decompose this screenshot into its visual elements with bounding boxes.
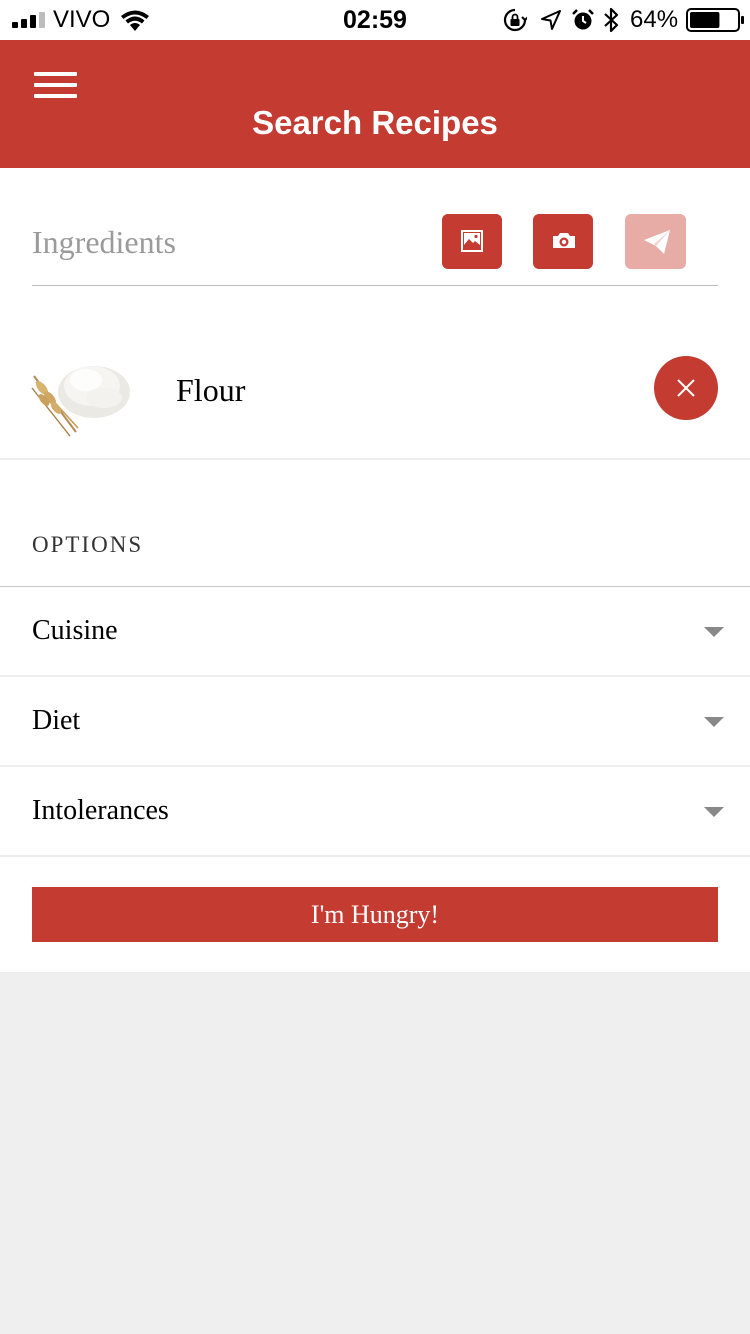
- hamburger-line: [34, 94, 77, 98]
- dropdown-label: Cuisine: [32, 615, 118, 646]
- battery-percent: 64%: [630, 6, 679, 33]
- status-bar: VIVO 02:59 64%: [0, 0, 750, 40]
- dropdown-label: Diet: [32, 705, 81, 736]
- remove-ingredient-button[interactable]: [654, 356, 718, 420]
- dropdown-diet[interactable]: Diet: [0, 677, 750, 767]
- main-content: Flour OPTIONS Cuisine Diet Intolerances …: [0, 168, 750, 972]
- camera-icon: [553, 233, 575, 248]
- close-icon: [677, 379, 695, 397]
- dropdown-label: Intolerances: [32, 795, 169, 826]
- chevron-down-icon: [704, 807, 724, 817]
- dropdown-cuisine[interactable]: Cuisine: [0, 587, 750, 677]
- gallery-button[interactable]: [442, 214, 502, 269]
- dropdown-intolerances[interactable]: Intolerances: [0, 767, 750, 857]
- ingredient-name: Flour: [176, 372, 246, 408]
- chevron-down-icon: [704, 717, 724, 727]
- hamburger-menu-icon: [34, 72, 77, 76]
- flour-image: [31, 366, 130, 437]
- page-title: Search Recipes: [252, 104, 498, 141]
- im-hungry-button[interactable]: I'm Hungry!: [32, 887, 718, 942]
- orientation-lock-icon: [503, 8, 527, 32]
- location-icon: [541, 10, 561, 30]
- bluetooth-icon: [604, 7, 619, 33]
- image-icon: [461, 230, 483, 252]
- ingredients-input[interactable]: [32, 220, 422, 264]
- menu-button[interactable]: [34, 69, 78, 99]
- chevron-down-icon: [704, 627, 724, 637]
- options-heading: OPTIONS: [32, 532, 144, 557]
- battery-icon: [686, 8, 744, 32]
- hamburger-line: [34, 83, 77, 87]
- camera-button[interactable]: [533, 214, 593, 269]
- alarm-icon: [572, 9, 594, 30]
- paper-plane-icon: [644, 230, 670, 254]
- ingredient-item: Flour: [0, 342, 750, 460]
- send-button[interactable]: [625, 214, 686, 269]
- input-underline: [32, 285, 718, 286]
